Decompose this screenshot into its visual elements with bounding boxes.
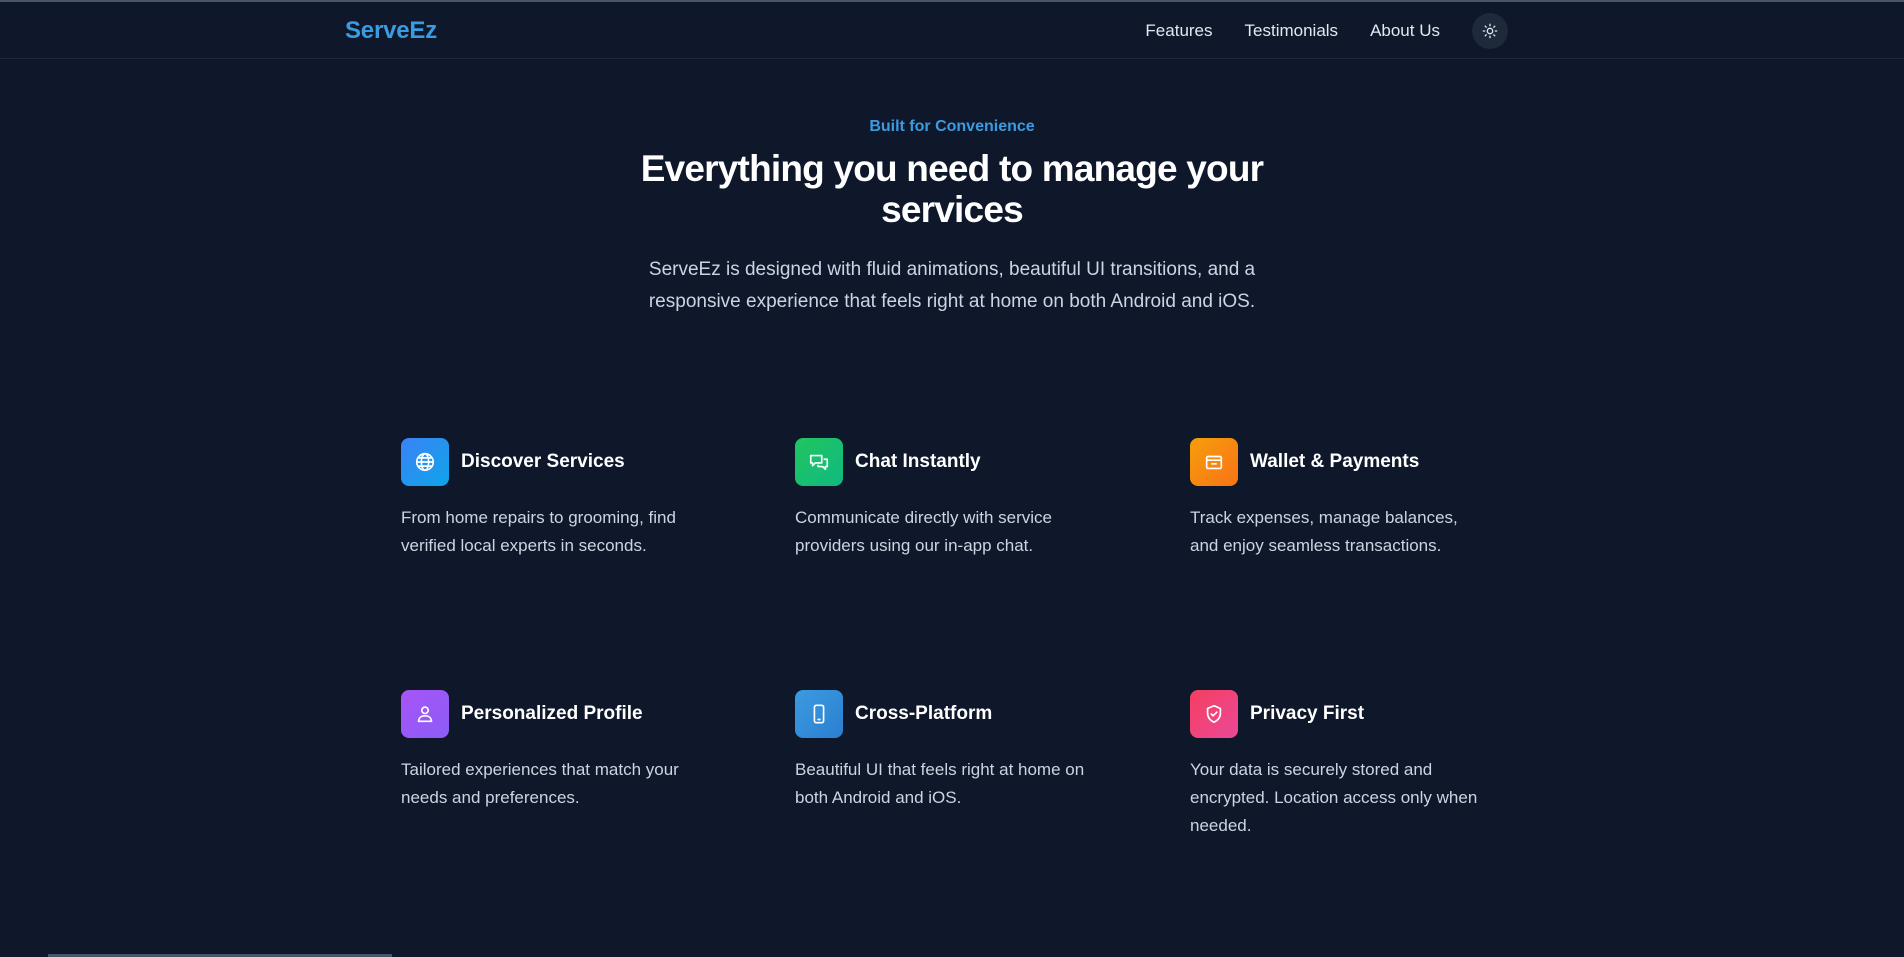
section-description: ServeEz is designed with fluid animation… [648,259,1256,312]
feature-description: Tailored experiences that match your nee… [401,760,679,807]
feature-icon-badge [401,438,449,486]
site-header: ServeEz Features Testimonials About Us [0,2,1904,59]
user-icon [417,706,433,723]
globe-icon [415,452,435,472]
feature-title: Cross-Platform [855,703,993,724]
sun-icon [1482,23,1498,38]
brand-logo[interactable]: ServeEz [345,17,437,45]
feature-title: Wallet & Payments [1250,451,1420,472]
feature-icon-badge [1190,690,1238,738]
shield-check-icon [1206,704,1222,724]
wallet-icon [1205,455,1223,470]
feature-icon-badge [401,690,449,738]
feature-card-wallet-payments: Wallet & Payments Track expenses, manage… [1190,438,1510,560]
feature-description: Track expenses, manage balances, and enj… [1190,508,1458,555]
theme-toggle-button[interactable] [1472,12,1508,49]
feature-icon-badge [795,438,843,486]
nav-link-about-us[interactable]: About Us [1370,21,1440,41]
feature-card-privacy-first: Privacy First Your data is securely stor… [1190,690,1510,840]
feature-title: Chat Instantly [855,451,981,472]
feature-description: From home repairs to grooming, find veri… [401,508,676,555]
feature-card-personalized-profile: Personalized Profile Tailored experience… [401,690,721,812]
feature-icon-badge [1190,438,1238,486]
feature-card-cross-platform: Cross-Platform Beautiful UI that feels r… [795,690,1115,812]
feature-card-discover-services: Discover Services From home repairs to g… [401,438,721,560]
feature-title: Personalized Profile [461,703,643,724]
feature-card-chat-instantly: Chat Instantly Communicate directly with… [795,438,1115,560]
feature-title: Privacy First [1250,703,1365,724]
chat-icon [809,454,829,471]
feature-title: Discover Services [461,451,625,472]
feature-description: Your data is securely stored and encrypt… [1190,760,1478,835]
feature-icon-badge [795,690,843,738]
feature-description: Beautiful UI that feels right at home on… [795,760,1085,807]
feature-description: Communicate directly with service provid… [795,508,1052,555]
nav-link-features[interactable]: Features [1145,21,1212,41]
smartphone-icon [813,704,825,724]
section-title: Everything you need to manage your servi… [640,148,1264,230]
section-eyebrow: Built for Convenience [869,118,1035,135]
main-nav: Features Testimonials About Us [1113,2,1508,59]
nav-link-testimonials[interactable]: Testimonials [1245,21,1339,41]
